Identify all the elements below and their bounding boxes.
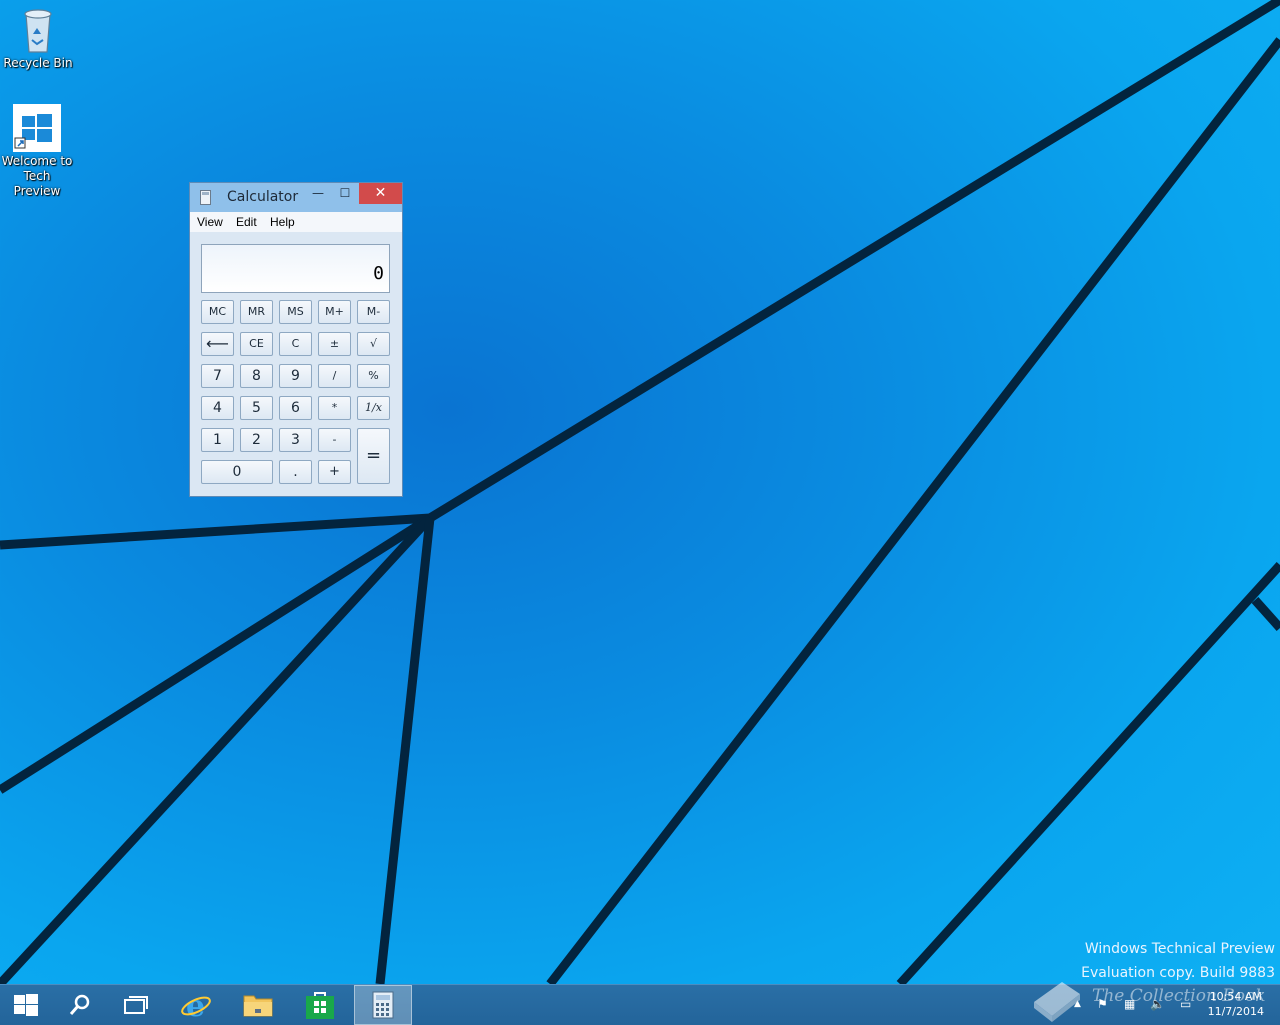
digit-5-button[interactable]: 5 <box>240 396 273 420</box>
digit-6-button[interactable]: 6 <box>279 396 312 420</box>
watermark-line1: Windows Technical Preview <box>1084 941 1275 957</box>
subtract-button[interactable]: - <box>318 428 351 452</box>
clear-entry-button[interactable]: CE <box>240 332 273 356</box>
windows-logo-icon <box>13 104 61 152</box>
svg-text:e: e <box>186 989 205 1021</box>
equals-button[interactable]: = <box>357 428 390 484</box>
display-value: 0 <box>373 263 384 284</box>
calculator-taskbar-button[interactable] <box>354 985 412 1025</box>
task-view-button[interactable] <box>110 985 162 1025</box>
digit-9-button[interactable]: 9 <box>279 364 312 388</box>
menu-view[interactable]: View <box>197 215 223 229</box>
internet-explorer-button[interactable]: e <box>170 985 222 1025</box>
digit-0-button[interactable]: 0 <box>201 460 273 484</box>
clear-button[interactable]: C <box>279 332 312 356</box>
taskbar: e ▲ ⚑ ▦ 🔈 ▭ 10:54 AM 11/7/2014 <box>0 984 1280 1025</box>
search-icon <box>69 994 90 1015</box>
close-button[interactable]: ✕ <box>359 183 402 204</box>
memory-add-button[interactable]: M+ <box>318 300 351 324</box>
minimize-button[interactable]: — <box>305 183 331 204</box>
start-button[interactable] <box>0 985 52 1025</box>
digit-3-button[interactable]: 3 <box>279 428 312 452</box>
digit-7-button[interactable]: 7 <box>201 364 234 388</box>
calculator-app-icon <box>200 190 211 205</box>
collection-book-watermark: The Collection Book <box>1092 986 1266 1006</box>
title-bar[interactable]: Calculator — ☐ ✕ <box>190 183 402 212</box>
percent-button[interactable]: % <box>357 364 390 388</box>
menu-bar: View Edit Help <box>190 212 402 232</box>
calculator-icon <box>372 991 394 1019</box>
multiply-button[interactable]: * <box>318 396 351 420</box>
divide-button[interactable]: / <box>318 364 351 388</box>
watermark-line2: Evaluation copy. Build 9883 <box>1081 965 1275 981</box>
book-watermark-icon <box>1034 982 1080 1022</box>
digit-1-button[interactable]: 1 <box>201 428 234 452</box>
maximize-button[interactable]: ☐ <box>332 183 358 204</box>
square-root-button[interactable]: √ <box>357 332 390 356</box>
clock-date: 11/7/2014 <box>1207 1005 1264 1018</box>
decimal-button[interactable]: . <box>279 460 312 484</box>
file-explorer-button[interactable] <box>232 985 284 1025</box>
store-button[interactable] <box>294 985 346 1025</box>
calculator-display: 0 <box>201 244 390 293</box>
internet-explorer-icon: e <box>181 989 211 1021</box>
calculator-body: 0 MC MR MS M+ M- ⟵ CE C ± √ 7 8 9 / % 4 … <box>190 232 402 496</box>
menu-edit[interactable]: Edit <box>236 215 257 229</box>
digit-8-button[interactable]: 8 <box>240 364 273 388</box>
digit-4-button[interactable]: 4 <box>201 396 234 420</box>
search-button[interactable] <box>54 985 106 1025</box>
memory-clear-button[interactable]: MC <box>201 300 234 324</box>
desktop-icon-welcome[interactable]: Welcome to Tech Preview <box>0 104 75 199</box>
memory-store-button[interactable]: MS <box>279 300 312 324</box>
start-icon <box>14 994 38 1016</box>
memory-subtract-button[interactable]: M- <box>357 300 390 324</box>
digit-2-button[interactable]: 2 <box>240 428 273 452</box>
welcome-label-line1: Welcome to <box>1 154 73 168</box>
calculator-window[interactable]: Calculator — ☐ ✕ View Edit Help 0 MC MR … <box>189 182 403 497</box>
recycle-bin-icon <box>18 6 58 54</box>
menu-help[interactable]: Help <box>270 215 295 229</box>
file-explorer-icon <box>243 995 273 1017</box>
window-title: Calculator <box>227 189 299 205</box>
memory-recall-button[interactable]: MR <box>240 300 273 324</box>
task-view-icon <box>124 996 148 1014</box>
desktop-icon-recycle-bin[interactable]: Recycle Bin <box>0 6 76 71</box>
add-button[interactable]: + <box>318 460 351 484</box>
negate-button[interactable]: ± <box>318 332 351 356</box>
backspace-button[interactable]: ⟵ <box>201 332 234 356</box>
recycle-bin-label: Recycle Bin <box>3 56 73 70</box>
reciprocal-button[interactable]: 1/x <box>357 396 390 420</box>
store-icon <box>306 992 334 1019</box>
welcome-label-line2: Tech Preview <box>13 169 61 198</box>
